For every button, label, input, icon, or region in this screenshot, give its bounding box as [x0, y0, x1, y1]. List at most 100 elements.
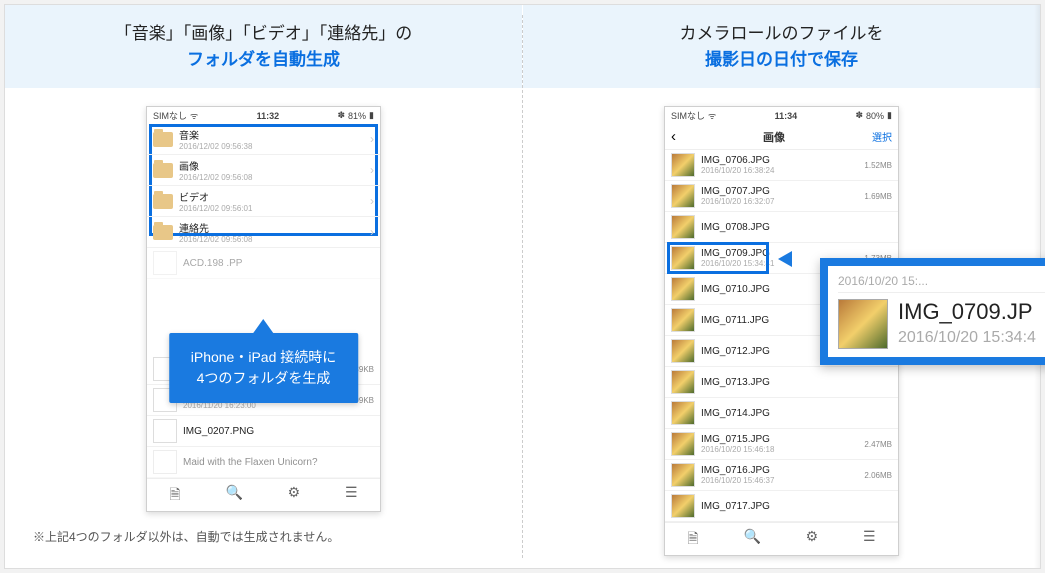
- thumb-icon: [671, 184, 695, 208]
- tab-files-icon[interactable]: 🗎: [687, 528, 698, 552]
- wifi-icon: ᯤ: [708, 109, 716, 122]
- tab-search-icon[interactable]: 🔍: [743, 528, 760, 552]
- nav-header: ‹ 画像 選択: [665, 124, 898, 150]
- file-row[interactable]: ACD.198 .PP: [147, 248, 380, 279]
- tab-list-icon[interactable]: ☰: [345, 484, 358, 508]
- bt-icon: ✽: [855, 110, 863, 121]
- folder-icon: [153, 132, 173, 147]
- carrier-label: SIMなし: [671, 109, 705, 122]
- left-footnote: ※上記4つのフォルダ以外は、自動では生成されません。: [5, 518, 522, 568]
- chevron-right-icon: ›: [370, 194, 374, 208]
- clock: 11:34: [775, 111, 798, 121]
- tab-list-icon[interactable]: ☰: [863, 528, 876, 552]
- select-button[interactable]: 選択: [872, 129, 892, 144]
- banner-emph: 撮影日の日付で保存: [705, 50, 858, 69]
- thumb-icon: [671, 494, 695, 518]
- folder-date: 2016/12/02 09:56:38: [179, 142, 364, 151]
- image-row[interactable]: IMG_0713.JPG: [665, 367, 898, 398]
- thumb-icon: [153, 419, 177, 443]
- folder-row[interactable]: ビデオ2016/12/02 09:56:01 ›: [147, 186, 380, 217]
- file-name: IMG_0207.PNG: [183, 426, 374, 437]
- folder-icon: [153, 163, 173, 178]
- thumb-icon: [671, 215, 695, 239]
- bt-icon: ✽: [337, 110, 345, 121]
- left-callout: iPhone・iPad 接続時に 4つのフォルダを生成: [169, 333, 359, 403]
- file-name: IMG_0716.JPG: [701, 465, 858, 476]
- folder-icon: [153, 194, 173, 209]
- banner-text: 「音楽」「画像」「ビデオ」「連絡先」の: [115, 24, 413, 43]
- folder-icon: [153, 225, 173, 240]
- status-bar: SIMなしᯤ 11:32 ✽81%▮: [147, 107, 380, 124]
- image-row[interactable]: IMG_0706.JPG2016/10/20 16:38:24 1.52MB: [665, 150, 898, 181]
- feature-comparison: 「音楽」「画像」「ビデオ」「連絡先」の フォルダを自動生成 SIMなしᯤ 11:…: [4, 4, 1041, 569]
- battery-pct: 81%: [348, 111, 366, 121]
- file-date: 2016/10/20 15:46:37: [701, 476, 858, 485]
- folder-list: 音楽2016/12/02 09:56:38 › 画像2016/12/02 09:…: [147, 124, 380, 279]
- nav-title: 画像: [676, 129, 872, 145]
- tab-settings-icon[interactable]: ⚙: [288, 484, 301, 508]
- file-name: IMG_0717.JPG: [701, 501, 892, 512]
- folder-row[interactable]: 画像2016/12/02 09:56:08 ›: [147, 155, 380, 186]
- folder-name: 画像: [179, 158, 364, 173]
- file-date: 2016/10/20 15:46:18: [701, 445, 858, 454]
- tab-files-icon[interactable]: 🗎: [169, 484, 180, 508]
- image-row[interactable]: IMG_0714.JPG: [665, 398, 898, 429]
- left-panel: 「音楽」「画像」「ビデオ」「連絡先」の フォルダを自動生成 SIMなしᯤ 11:…: [5, 5, 522, 568]
- image-row[interactable]: IMG_0716.JPG2016/10/20 15:46:37 2.06MB: [665, 460, 898, 491]
- folder-date: 2016/12/02 09:56:08: [179, 173, 364, 182]
- callout-line1: iPhone・iPad 接続時に: [191, 349, 337, 365]
- zoom-prev-date: 2016/10/20 15:...: [838, 274, 1045, 293]
- left-phone-wrap: SIMなしᯤ 11:32 ✽81%▮ 音楽2016/12/02 09:56:38…: [5, 88, 522, 518]
- file-size: 2.06MB: [864, 471, 892, 480]
- image-row[interactable]: IMG_0717.JPG: [665, 491, 898, 522]
- file-size: 1.69MB: [864, 192, 892, 201]
- tab-search-icon[interactable]: 🔍: [225, 484, 242, 508]
- file-date: 2016/10/20 16:38:24: [701, 166, 858, 175]
- chevron-right-icon: ›: [370, 132, 374, 146]
- thumb-icon: [153, 450, 177, 474]
- file-size: 1.52MB: [864, 161, 892, 170]
- file-row[interactable]: IMG_0207.PNG: [147, 416, 380, 447]
- left-banner: 「音楽」「画像」「ビデオ」「連絡先」の フォルダを自動生成: [5, 5, 522, 88]
- image-row[interactable]: IMG_0707.JPG2016/10/20 16:32:071.69MB: [665, 181, 898, 212]
- file-name: IMG_0713.JPG: [701, 377, 892, 388]
- zoom-connector: [778, 251, 792, 267]
- tab-settings-icon[interactable]: ⚙: [806, 528, 819, 552]
- image-row[interactable]: IMG_0708.JPG: [665, 212, 898, 243]
- banner-text: カメラロールのファイルを: [680, 24, 884, 43]
- thumb-icon: [671, 339, 695, 363]
- thumb-icon: [671, 277, 695, 301]
- battery-icon: ▮: [369, 110, 374, 121]
- file-name: IMG_0707.JPG: [701, 186, 858, 197]
- clock: 11:32: [257, 111, 280, 121]
- battery-icon: ▮: [887, 110, 892, 121]
- file-row[interactable]: Maid with the Flaxen Unicorn?: [147, 447, 380, 478]
- battery-pct: 80%: [866, 111, 884, 121]
- chevron-right-icon: ›: [370, 163, 374, 177]
- banner-emph: フォルダを自動生成: [187, 50, 340, 69]
- thumb-icon: [671, 246, 695, 270]
- thumb-icon: [671, 432, 695, 456]
- thumb-icon: [671, 153, 695, 177]
- tab-bar: 🗎 🔍 ⚙ ☰: [147, 478, 380, 511]
- thumb-icon: [671, 370, 695, 394]
- left-phone: SIMなしᯤ 11:32 ✽81%▮ 音楽2016/12/02 09:56:38…: [146, 106, 381, 512]
- thumb-icon: [671, 401, 695, 425]
- image-row[interactable]: IMG_0715.JPG2016/10/20 15:46:18 2.47MB: [665, 429, 898, 460]
- file-name: IMG_0708.JPG: [701, 222, 892, 233]
- file-name: IMG_0715.JPG: [701, 434, 858, 445]
- folder-date: 2016/12/02 09:56:08: [179, 235, 364, 244]
- status-bar: SIMなしᯤ 11:34 ✽80%▮: [665, 107, 898, 124]
- right-panel: カメラロールのファイルを 撮影日の日付で保存 SIMなしᯤ 11:34 ✽80%…: [523, 5, 1040, 568]
- zoom-thumb: [838, 299, 888, 349]
- thumb-icon: [671, 463, 695, 487]
- wifi-icon: ᯤ: [190, 109, 198, 122]
- folder-row[interactable]: 音楽2016/12/02 09:56:38 ›: [147, 124, 380, 155]
- file-size: 2.47MB: [864, 440, 892, 449]
- folder-row[interactable]: 連絡先2016/12/02 09:56:08 ›: [147, 217, 380, 248]
- file-name: IMG_0706.JPG: [701, 155, 858, 166]
- chevron-right-icon: ›: [370, 225, 374, 239]
- folder-name: 音楽: [179, 127, 364, 142]
- file-name: Maid with the Flaxen Unicorn?: [183, 457, 374, 468]
- right-banner: カメラロールのファイルを 撮影日の日付で保存: [523, 5, 1040, 88]
